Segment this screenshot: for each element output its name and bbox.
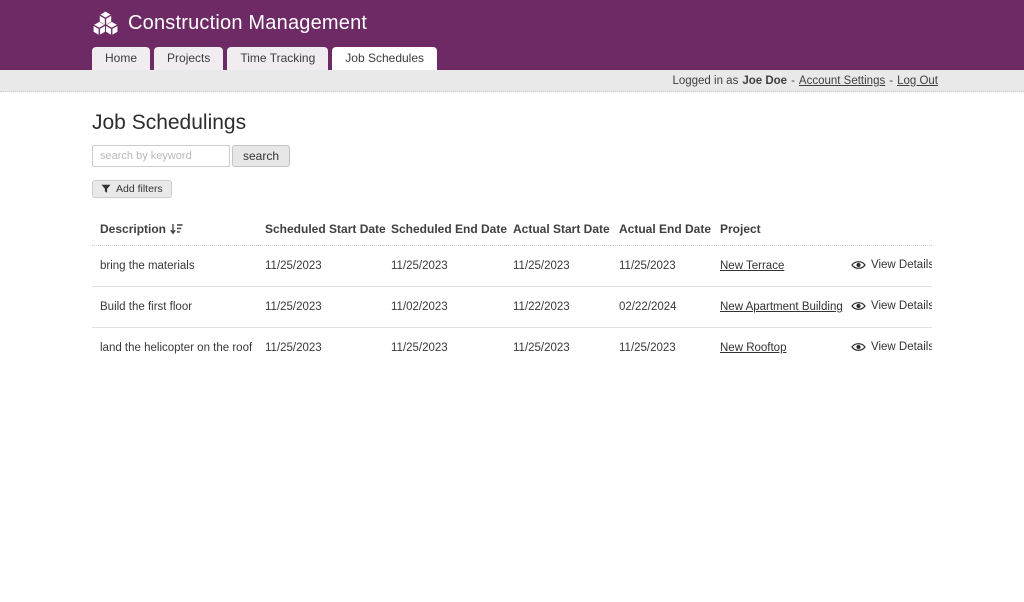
project-link[interactable]: New Apartment Building [720, 301, 843, 313]
eye-icon [851, 260, 866, 270]
add-filters-label: Add filters [116, 183, 163, 195]
cell-project: New Apartment Building [712, 287, 843, 328]
separator: - [889, 75, 893, 87]
view-details-label: View Details [871, 259, 932, 271]
cell-actual-start: 11/25/2023 [505, 246, 611, 287]
logged-in-text: Logged in as [672, 75, 738, 87]
app-header: Construction Management Home Projects Ti… [0, 0, 1024, 70]
view-details-label: View Details [871, 341, 932, 353]
tab-job-schedules[interactable]: Job Schedules [332, 47, 437, 70]
sort-icon[interactable] [170, 223, 183, 235]
cell-description: land the helicopter on the roof [92, 328, 257, 369]
cell-scheduled-start: 11/25/2023 [257, 246, 383, 287]
main-content: Job Schedulings search Add filters Descr… [92, 111, 932, 368]
table-header-row: Description Scheduled Start Date Schedul… [92, 214, 932, 246]
page-title: Job Schedulings [92, 111, 932, 135]
tab-projects[interactable]: Projects [154, 47, 223, 70]
view-details-link[interactable]: View Details [851, 341, 932, 353]
username: Joe Doe [742, 75, 787, 87]
add-filters-button[interactable]: Add filters [92, 180, 172, 198]
cell-scheduled-end: 11/25/2023 [383, 246, 505, 287]
table-row: land the helicopter on the roof 11/25/20… [92, 328, 932, 369]
cell-action: View Details [843, 328, 932, 369]
cell-action: View Details [843, 287, 932, 328]
view-details-link[interactable]: View Details [851, 259, 932, 271]
column-header-scheduled-start: Scheduled Start Date [257, 214, 383, 246]
table-row: bring the materials 11/25/2023 11/25/202… [92, 246, 932, 287]
cell-scheduled-end: 11/02/2023 [383, 287, 505, 328]
cubes-icon [92, 11, 119, 36]
cell-actual-end: 11/25/2023 [611, 328, 712, 369]
cell-actual-end: 02/22/2024 [611, 287, 712, 328]
column-header-action [843, 214, 932, 246]
app-title: Construction Management [128, 12, 367, 35]
project-link[interactable]: New Terrace [720, 260, 784, 272]
column-header-description[interactable]: Description [92, 214, 257, 246]
tab-home[interactable]: Home [92, 47, 150, 70]
cell-action: View Details [843, 246, 932, 287]
separator: - [791, 75, 795, 87]
cell-scheduled-start: 11/25/2023 [257, 287, 383, 328]
cell-actual-start: 11/22/2023 [505, 287, 611, 328]
search-input[interactable] [92, 145, 230, 167]
account-settings-link[interactable]: Account Settings [799, 75, 885, 87]
filter-funnel-icon [101, 184, 111, 194]
brand[interactable]: Construction Management [92, 0, 1024, 47]
eye-icon [851, 301, 866, 311]
eye-icon [851, 342, 866, 352]
column-header-scheduled-end: Scheduled End Date [383, 214, 505, 246]
view-details-link[interactable]: View Details [851, 300, 932, 312]
project-link[interactable]: New Rooftop [720, 342, 786, 354]
cell-project: New Rooftop [712, 328, 843, 369]
logout-link[interactable]: Log Out [897, 75, 938, 87]
view-details-label: View Details [871, 300, 932, 312]
column-header-actual-start: Actual Start Date [505, 214, 611, 246]
search-button[interactable]: search [232, 145, 290, 167]
cell-actual-end: 11/25/2023 [611, 246, 712, 287]
table-body: bring the materials 11/25/2023 11/25/202… [92, 246, 932, 369]
column-header-project: Project [712, 214, 843, 246]
cell-scheduled-end: 11/25/2023 [383, 328, 505, 369]
search-bar: search [92, 145, 932, 167]
table-row: Build the first floor 11/25/2023 11/02/2… [92, 287, 932, 328]
tab-time-tracking[interactable]: Time Tracking [227, 47, 328, 70]
cell-description: Build the first floor [92, 287, 257, 328]
job-schedulings-table: Description Scheduled Start Date Schedul… [92, 214, 932, 368]
cell-actual-start: 11/25/2023 [505, 328, 611, 369]
nav-tabs: Home Projects Time Tracking Job Schedule… [92, 47, 1024, 70]
cell-project: New Terrace [712, 246, 843, 287]
cell-description: bring the materials [92, 246, 257, 287]
column-header-actual-end: Actual End Date [611, 214, 712, 246]
user-bar: Logged in as Joe Doe - Account Settings … [0, 70, 1024, 92]
cell-scheduled-start: 11/25/2023 [257, 328, 383, 369]
